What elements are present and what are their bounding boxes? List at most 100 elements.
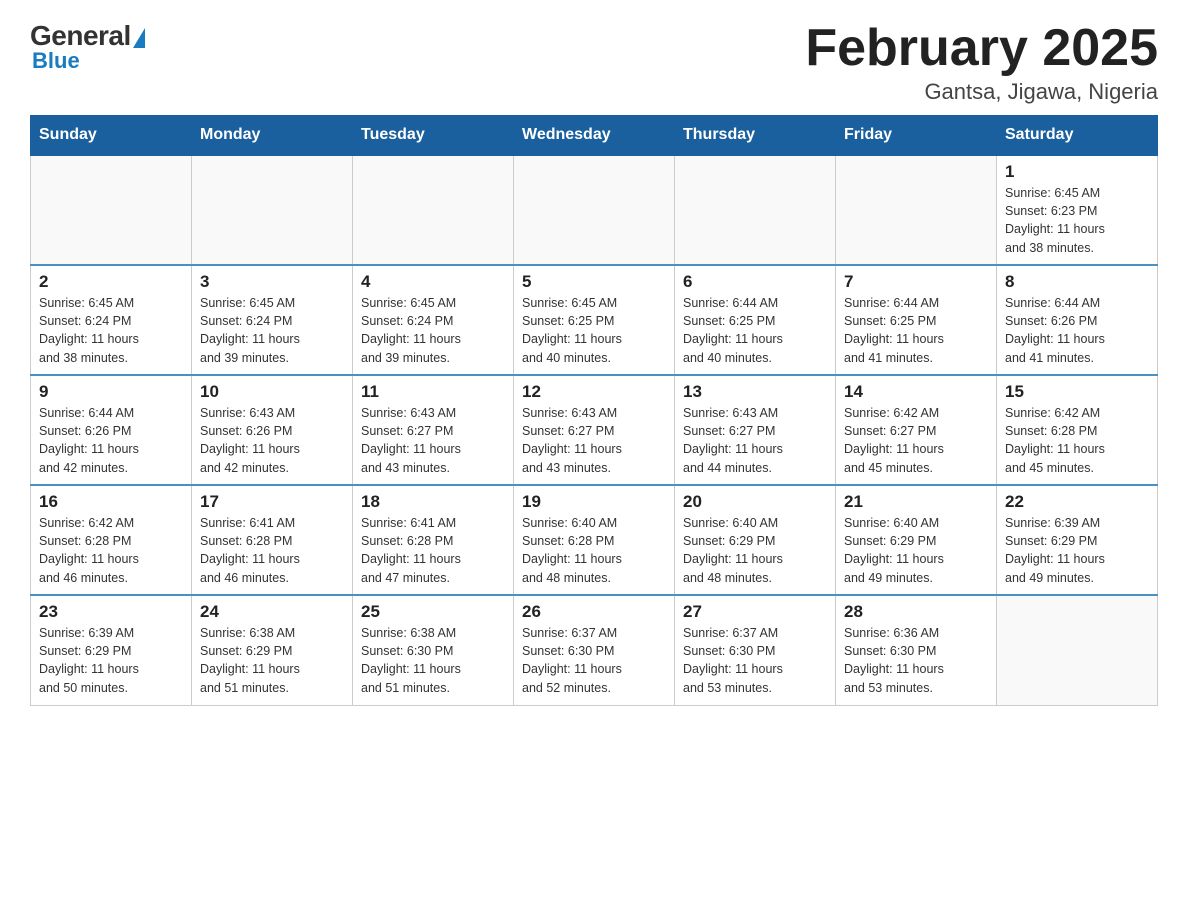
day-info: Sunrise: 6:39 AM Sunset: 6:29 PM Dayligh… xyxy=(1005,514,1149,587)
calendar-cell: 2Sunrise: 6:45 AM Sunset: 6:24 PM Daylig… xyxy=(31,265,192,375)
calendar-header-friday: Friday xyxy=(836,116,997,156)
day-number: 19 xyxy=(522,492,666,512)
day-number: 23 xyxy=(39,602,183,622)
day-info: Sunrise: 6:45 AM Sunset: 6:24 PM Dayligh… xyxy=(39,294,183,367)
calendar-cell: 5Sunrise: 6:45 AM Sunset: 6:25 PM Daylig… xyxy=(514,265,675,375)
day-number: 22 xyxy=(1005,492,1149,512)
day-number: 1 xyxy=(1005,162,1149,182)
title-block: February 2025 Gantsa, Jigawa, Nigeria xyxy=(805,20,1158,105)
day-number: 28 xyxy=(844,602,988,622)
day-info: Sunrise: 6:40 AM Sunset: 6:28 PM Dayligh… xyxy=(522,514,666,587)
day-info: Sunrise: 6:37 AM Sunset: 6:30 PM Dayligh… xyxy=(683,624,827,697)
calendar-cell: 16Sunrise: 6:42 AM Sunset: 6:28 PM Dayli… xyxy=(31,485,192,595)
day-info: Sunrise: 6:45 AM Sunset: 6:24 PM Dayligh… xyxy=(200,294,344,367)
day-info: Sunrise: 6:43 AM Sunset: 6:26 PM Dayligh… xyxy=(200,404,344,477)
day-number: 16 xyxy=(39,492,183,512)
calendar-table: SundayMondayTuesdayWednesdayThursdayFrid… xyxy=(30,115,1158,706)
day-number: 3 xyxy=(200,272,344,292)
calendar-header-tuesday: Tuesday xyxy=(353,116,514,156)
day-info: Sunrise: 6:38 AM Sunset: 6:30 PM Dayligh… xyxy=(361,624,505,697)
day-info: Sunrise: 6:44 AM Sunset: 6:26 PM Dayligh… xyxy=(39,404,183,477)
calendar-cell: 23Sunrise: 6:39 AM Sunset: 6:29 PM Dayli… xyxy=(31,595,192,705)
calendar-week-row: 2Sunrise: 6:45 AM Sunset: 6:24 PM Daylig… xyxy=(31,265,1158,375)
day-info: Sunrise: 6:39 AM Sunset: 6:29 PM Dayligh… xyxy=(39,624,183,697)
calendar-cell: 27Sunrise: 6:37 AM Sunset: 6:30 PM Dayli… xyxy=(675,595,836,705)
calendar-cell: 11Sunrise: 6:43 AM Sunset: 6:27 PM Dayli… xyxy=(353,375,514,485)
logo: General Blue xyxy=(30,20,145,74)
calendar-header-saturday: Saturday xyxy=(997,116,1158,156)
day-info: Sunrise: 6:37 AM Sunset: 6:30 PM Dayligh… xyxy=(522,624,666,697)
day-info: Sunrise: 6:45 AM Sunset: 6:24 PM Dayligh… xyxy=(361,294,505,367)
day-info: Sunrise: 6:44 AM Sunset: 6:25 PM Dayligh… xyxy=(683,294,827,367)
calendar-cell: 20Sunrise: 6:40 AM Sunset: 6:29 PM Dayli… xyxy=(675,485,836,595)
calendar-cell: 25Sunrise: 6:38 AM Sunset: 6:30 PM Dayli… xyxy=(353,595,514,705)
day-info: Sunrise: 6:42 AM Sunset: 6:28 PM Dayligh… xyxy=(39,514,183,587)
day-info: Sunrise: 6:41 AM Sunset: 6:28 PM Dayligh… xyxy=(200,514,344,587)
day-info: Sunrise: 6:38 AM Sunset: 6:29 PM Dayligh… xyxy=(200,624,344,697)
day-number: 12 xyxy=(522,382,666,402)
day-info: Sunrise: 6:44 AM Sunset: 6:25 PM Dayligh… xyxy=(844,294,988,367)
calendar-cell: 18Sunrise: 6:41 AM Sunset: 6:28 PM Dayli… xyxy=(353,485,514,595)
month-title: February 2025 xyxy=(805,20,1158,77)
day-number: 17 xyxy=(200,492,344,512)
calendar-week-row: 16Sunrise: 6:42 AM Sunset: 6:28 PM Dayli… xyxy=(31,485,1158,595)
calendar-cell: 24Sunrise: 6:38 AM Sunset: 6:29 PM Dayli… xyxy=(192,595,353,705)
calendar-cell: 14Sunrise: 6:42 AM Sunset: 6:27 PM Dayli… xyxy=(836,375,997,485)
day-number: 5 xyxy=(522,272,666,292)
day-info: Sunrise: 6:43 AM Sunset: 6:27 PM Dayligh… xyxy=(361,404,505,477)
day-info: Sunrise: 6:36 AM Sunset: 6:30 PM Dayligh… xyxy=(844,624,988,697)
day-info: Sunrise: 6:45 AM Sunset: 6:25 PM Dayligh… xyxy=(522,294,666,367)
day-info: Sunrise: 6:42 AM Sunset: 6:28 PM Dayligh… xyxy=(1005,404,1149,477)
calendar-header-monday: Monday xyxy=(192,116,353,156)
day-info: Sunrise: 6:43 AM Sunset: 6:27 PM Dayligh… xyxy=(683,404,827,477)
day-number: 20 xyxy=(683,492,827,512)
day-number: 27 xyxy=(683,602,827,622)
calendar-cell: 7Sunrise: 6:44 AM Sunset: 6:25 PM Daylig… xyxy=(836,265,997,375)
calendar-cell: 10Sunrise: 6:43 AM Sunset: 6:26 PM Dayli… xyxy=(192,375,353,485)
day-number: 21 xyxy=(844,492,988,512)
calendar-cell: 1Sunrise: 6:45 AM Sunset: 6:23 PM Daylig… xyxy=(997,155,1158,265)
day-info: Sunrise: 6:40 AM Sunset: 6:29 PM Dayligh… xyxy=(844,514,988,587)
calendar-cell: 26Sunrise: 6:37 AM Sunset: 6:30 PM Dayli… xyxy=(514,595,675,705)
calendar-header-wednesday: Wednesday xyxy=(514,116,675,156)
logo-triangle-icon xyxy=(133,28,145,48)
page-header: General Blue February 2025 Gantsa, Jigaw… xyxy=(30,20,1158,105)
calendar-week-row: 9Sunrise: 6:44 AM Sunset: 6:26 PM Daylig… xyxy=(31,375,1158,485)
day-info: Sunrise: 6:44 AM Sunset: 6:26 PM Dayligh… xyxy=(1005,294,1149,367)
day-number: 14 xyxy=(844,382,988,402)
calendar-cell xyxy=(31,155,192,265)
day-number: 26 xyxy=(522,602,666,622)
day-info: Sunrise: 6:40 AM Sunset: 6:29 PM Dayligh… xyxy=(683,514,827,587)
day-number: 7 xyxy=(844,272,988,292)
calendar-cell xyxy=(514,155,675,265)
calendar-cell: 22Sunrise: 6:39 AM Sunset: 6:29 PM Dayli… xyxy=(997,485,1158,595)
calendar-cell: 17Sunrise: 6:41 AM Sunset: 6:28 PM Dayli… xyxy=(192,485,353,595)
calendar-cell: 8Sunrise: 6:44 AM Sunset: 6:26 PM Daylig… xyxy=(997,265,1158,375)
calendar-cell: 4Sunrise: 6:45 AM Sunset: 6:24 PM Daylig… xyxy=(353,265,514,375)
calendar-cell xyxy=(192,155,353,265)
calendar-cell xyxy=(997,595,1158,705)
calendar-cell: 13Sunrise: 6:43 AM Sunset: 6:27 PM Dayli… xyxy=(675,375,836,485)
day-number: 18 xyxy=(361,492,505,512)
day-number: 6 xyxy=(683,272,827,292)
day-info: Sunrise: 6:42 AM Sunset: 6:27 PM Dayligh… xyxy=(844,404,988,477)
calendar-cell: 28Sunrise: 6:36 AM Sunset: 6:30 PM Dayli… xyxy=(836,595,997,705)
day-number: 13 xyxy=(683,382,827,402)
calendar-week-row: 23Sunrise: 6:39 AM Sunset: 6:29 PM Dayli… xyxy=(31,595,1158,705)
calendar-cell xyxy=(836,155,997,265)
calendar-cell: 12Sunrise: 6:43 AM Sunset: 6:27 PM Dayli… xyxy=(514,375,675,485)
day-number: 11 xyxy=(361,382,505,402)
calendar-header-thursday: Thursday xyxy=(675,116,836,156)
calendar-header-row: SundayMondayTuesdayWednesdayThursdayFrid… xyxy=(31,116,1158,156)
day-number: 15 xyxy=(1005,382,1149,402)
calendar-cell: 15Sunrise: 6:42 AM Sunset: 6:28 PM Dayli… xyxy=(997,375,1158,485)
calendar-week-row: 1Sunrise: 6:45 AM Sunset: 6:23 PM Daylig… xyxy=(31,155,1158,265)
day-number: 24 xyxy=(200,602,344,622)
calendar-cell: 3Sunrise: 6:45 AM Sunset: 6:24 PM Daylig… xyxy=(192,265,353,375)
day-number: 2 xyxy=(39,272,183,292)
logo-blue-text: Blue xyxy=(32,48,80,74)
calendar-cell: 6Sunrise: 6:44 AM Sunset: 6:25 PM Daylig… xyxy=(675,265,836,375)
day-number: 25 xyxy=(361,602,505,622)
day-number: 4 xyxy=(361,272,505,292)
calendar-cell: 9Sunrise: 6:44 AM Sunset: 6:26 PM Daylig… xyxy=(31,375,192,485)
